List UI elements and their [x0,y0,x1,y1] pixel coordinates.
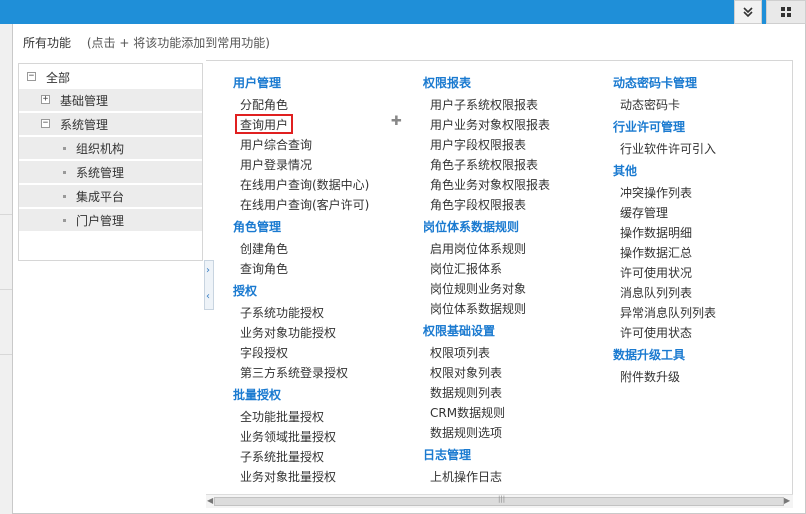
selected-item-highlight [235,114,293,134]
leaf-dot-icon [63,195,66,198]
function-item[interactable]: 角色子系统权限报表 [430,156,538,173]
section-title: 角色管理 [233,220,282,234]
function-item[interactable]: 岗位规则业务对象 [430,280,526,297]
function-item[interactable]: 启用岗位体系规则 [430,240,526,257]
leaf-dot-icon [63,147,66,150]
section-title: 用户管理 [233,76,282,90]
scroll-grip-icon: ||| [498,495,506,503]
function-item[interactable]: 角色字段权限报表 [430,196,526,213]
function-item[interactable]: CRM数据规则 [430,404,505,421]
section-title: 行业许可管理 [613,120,686,134]
function-item[interactable]: 用户字段权限报表 [430,136,526,153]
tree-node-label: 全部 [46,71,71,85]
function-item[interactable]: 岗位汇报体系 [430,260,502,277]
function-item[interactable]: 许可使用状况 [620,264,692,281]
function-item[interactable]: 在线用户查询(客户许可) [240,196,369,213]
section-title: 权限报表 [423,76,472,90]
function-item[interactable]: 用户业务对象权限报表 [430,116,550,133]
function-item[interactable]: 操作数据明细 [620,224,692,241]
tree-node-system[interactable]: − 系统管理 [19,113,202,135]
function-list-area: 用户管理 分配角色 查询用户 用户综合查询 用户登录情况 在线用户查询(数据中心… [206,60,793,500]
function-item[interactable]: 业务对象功能授权 [240,324,336,341]
function-item[interactable]: 用户子系统权限报表 [430,96,538,113]
panel-title: 所有功能 (点击 + 将该功能添加到常用功能) [23,34,270,51]
tree-leaf-label: 门户管理 [76,214,125,228]
function-item[interactable]: 权限项列表 [430,344,490,361]
function-item[interactable]: 动态密码卡 [620,96,680,113]
section-title: 权限基础设置 [423,324,496,338]
function-item[interactable]: 业务领域批量授权 [240,428,336,445]
tree-leaf-label: 系统管理 [76,166,125,180]
tree-node-label: 系统管理 [60,118,109,132]
scroll-left-icon[interactable]: ◀ [207,496,213,505]
tree-node-basic[interactable]: + 基础管理 [19,89,202,111]
tree-leaf-label: 集成平台 [76,190,125,204]
leaf-dot-icon [63,171,66,174]
section-title: 其他 [613,164,638,178]
panel-hint: (点击 + 将该功能添加到常用功能) [86,36,270,50]
function-item[interactable]: 冲突操作列表 [620,184,692,201]
tree-leaf-portal[interactable]: 门户管理 [19,209,202,231]
tree-leaf-sysmgmt[interactable]: 系统管理 [19,161,202,183]
function-item[interactable]: 异常消息队列列表 [620,304,716,321]
section-title: 日志管理 [423,448,472,462]
function-item[interactable]: 缓存管理 [620,204,668,221]
background-page-strip [0,24,12,514]
function-item[interactable]: 附件数升级 [620,368,680,385]
function-item[interactable]: 用户综合查询 [240,136,312,153]
function-item[interactable]: 数据规则列表 [430,384,502,401]
all-functions-panel: 所有功能 (点击 + 将该功能添加到常用功能) − 全部 + 基础管理 − 系统… [12,24,806,514]
collapse-toggle-icon[interactable]: − [41,119,50,128]
section-title: 数据升级工具 [613,348,686,362]
function-tree: − 全部 + 基础管理 − 系统管理 组织机构 系统管理 集成平台 门户管理 [18,63,203,261]
tree-leaf-label: 组织机构 [76,142,125,156]
function-item[interactable]: 字段授权 [240,344,288,361]
top-bar [0,0,806,24]
section-title: 岗位体系数据规则 [423,220,520,234]
function-item[interactable]: 行业软件许可引入 [620,140,716,157]
collapse-button[interactable] [734,0,762,24]
leaf-dot-icon [63,219,66,222]
collapse-toggle-icon[interactable]: − [27,72,36,81]
tree-node-label: 基础管理 [60,94,109,108]
tree-leaf-org[interactable]: 组织机构 [19,137,202,159]
section-title: 批量授权 [233,388,282,402]
expand-toggle-icon[interactable]: + [41,95,50,104]
function-item[interactable]: 子系统批量授权 [240,448,324,465]
section-title: 动态密码卡管理 [613,76,698,90]
function-item[interactable]: 上机操作日志 [430,468,502,485]
function-item[interactable]: 创建角色 [240,240,288,257]
function-item[interactable]: 岗位体系数据规则 [430,300,526,317]
function-item[interactable]: 在线用户查询(数据中心) [240,176,369,193]
section-title: 授权 [233,284,258,298]
panel-title-text: 所有功能 [23,36,72,50]
horizontal-scrollbar[interactable]: ◀ ||| ▶ [206,494,793,508]
function-item[interactable]: 分配角色 [240,96,288,113]
function-item[interactable]: 许可使用状态 [620,324,692,341]
menu-grid-button[interactable] [766,0,806,24]
tree-node-root[interactable]: − 全部 [19,66,202,88]
function-item[interactable]: 数据规则选项 [430,424,502,441]
function-item[interactable]: 查询角色 [240,260,288,277]
function-item[interactable]: 用户登录情况 [240,156,312,173]
function-item[interactable]: 业务对象批量授权 [240,468,336,485]
function-item[interactable]: 权限对象列表 [430,364,502,381]
chevron-double-down-icon [743,7,753,18]
function-item[interactable]: 消息队列列表 [620,284,692,301]
function-item[interactable]: 第三方系统登录授权 [240,364,348,381]
function-item[interactable]: 角色业务对象权限报表 [430,176,550,193]
add-to-favorites-icon[interactable]: ✚ [391,114,402,129]
function-item[interactable]: 操作数据汇总 [620,244,692,261]
function-item[interactable]: 子系统功能授权 [240,304,324,321]
tree-leaf-integration[interactable]: 集成平台 [19,185,202,207]
grid-icon [781,7,791,17]
function-item[interactable]: 全功能批量授权 [240,408,324,425]
scroll-right-icon[interactable]: ▶ [784,496,790,505]
